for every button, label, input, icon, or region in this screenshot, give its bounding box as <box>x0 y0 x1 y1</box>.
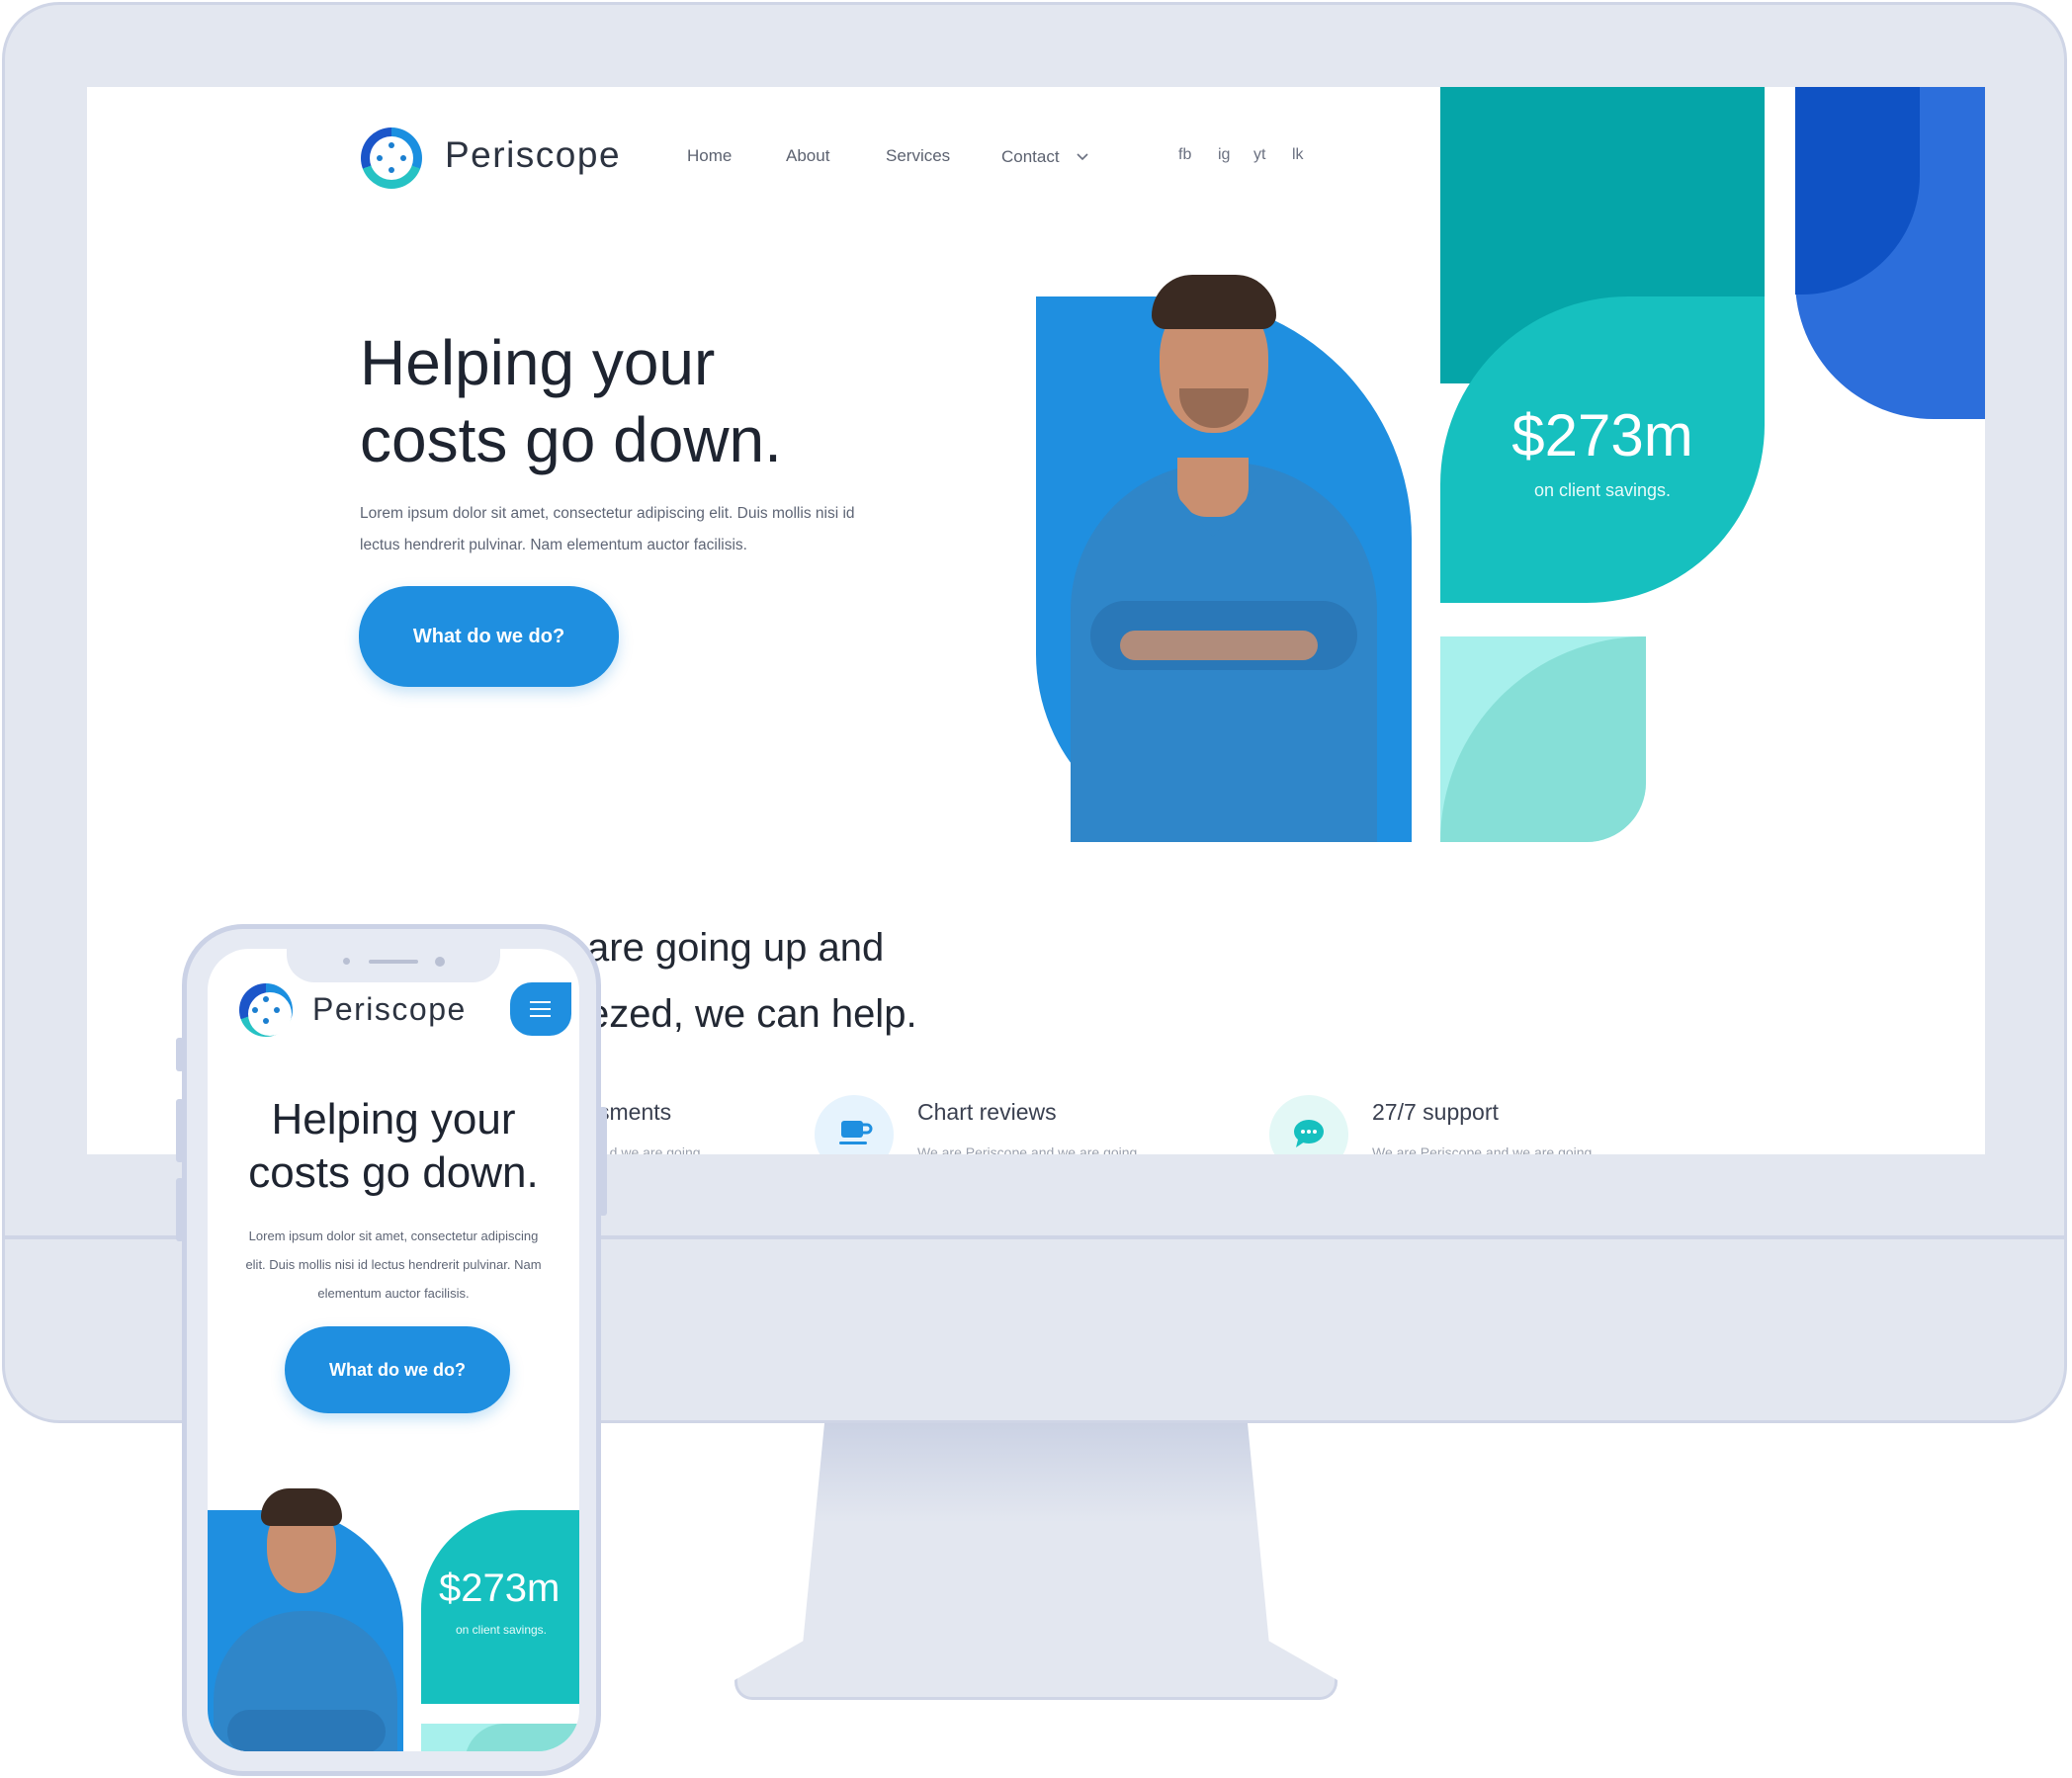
nav-services[interactable]: Services <box>886 146 950 166</box>
feature-title-assessments: sments <box>598 1099 672 1125</box>
nav-home[interactable]: Home <box>687 146 732 166</box>
mobile-cta-button[interactable]: What do we do? <box>285 1326 510 1413</box>
brand-name[interactable]: Periscope <box>445 134 621 176</box>
phone-notch <box>287 949 500 982</box>
mobile-lead-line3: elementum auctor facilisis. <box>317 1286 470 1301</box>
mobile-website-screen: Periscope Helping your costs go down. Lo… <box>208 949 579 1751</box>
mobile-doctor-photo <box>208 1463 403 1751</box>
logo-icon[interactable] <box>361 127 422 189</box>
feature-sub-support: We are Periscope and we are going <box>1372 1144 1593 1154</box>
hero-headline-line1: Helping your <box>360 327 716 398</box>
hamburger-menu-button[interactable] <box>510 982 571 1036</box>
hero-lead-line2: lectus hendrerit pulvinar. Nam elementum… <box>360 537 747 553</box>
phone-speaker <box>369 960 418 964</box>
hero-headline-line2: costs go down. <box>360 404 782 475</box>
social-facebook[interactable]: fb <box>1178 146 1191 164</box>
coffee-cup-icon <box>839 1121 873 1144</box>
monitor-stand-base <box>734 1641 1338 1700</box>
feature-title-chart-reviews: Chart reviews <box>917 1099 1057 1125</box>
chevron-down-icon[interactable] <box>1076 152 1089 162</box>
phone-sensor <box>343 958 350 965</box>
social-instagram[interactable]: ig <box>1218 146 1230 164</box>
section-title-line1: are going up and <box>587 926 885 970</box>
logo-icon[interactable] <box>239 983 293 1037</box>
mobile-lead-line2: elit. Duis mollis nisi id lectus hendrer… <box>245 1257 542 1272</box>
mobile-stat-value: $273m <box>439 1566 561 1610</box>
hero-lead-line1: Lorem ipsum dolor sit amet, consectetur … <box>360 505 855 522</box>
chat-bubble-icon <box>1294 1120 1324 1147</box>
section-title-line2: ezed, we can help. <box>587 992 917 1036</box>
doctor-photo <box>1061 235 1387 842</box>
monitor-stand-neck <box>803 1423 1269 1645</box>
social-youtube[interactable]: yt <box>1253 146 1265 164</box>
nav-about[interactable]: About <box>786 146 829 166</box>
mobile-lead-line1: Lorem ipsum dolor sit amet, consectetur … <box>248 1228 539 1243</box>
stat-label: on client savings. <box>1533 480 1672 500</box>
social-linkedin[interactable]: lk <box>1292 146 1304 164</box>
mobile-brand-name[interactable]: Periscope <box>312 991 467 1028</box>
feature-sub-chart-reviews: We are Periscope and we are going <box>917 1144 1138 1154</box>
cta-what-do-we-do-button[interactable]: What do we do? <box>359 586 619 687</box>
stat-value: $273m <box>1511 402 1693 468</box>
mobile-headline-line2: costs go down. <box>248 1148 539 1197</box>
feature-sub-assessments: ...d we are going <box>598 1144 701 1154</box>
mobile-headline-line1: Helping your <box>271 1095 516 1143</box>
feature-title-support: 27/7 support <box>1372 1099 1499 1125</box>
mobile-stat-label: on client savings. <box>455 1623 548 1637</box>
phone-camera <box>435 957 445 967</box>
nav-contact[interactable]: Contact <box>1001 147 1060 167</box>
